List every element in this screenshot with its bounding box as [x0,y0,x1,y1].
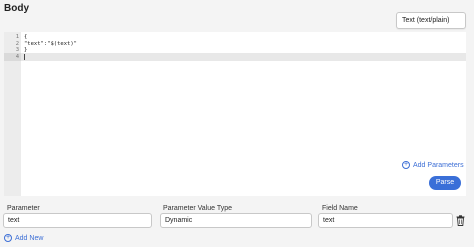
trash-icon[interactable] [456,215,465,226]
plus-circle-icon: + [402,161,410,169]
parameter-input[interactable]: text [3,213,152,228]
value-type-header: Parameter Value Type [163,205,233,212]
add-new-label: Add New [15,234,44,242]
content-type-select[interactable]: Text (text/plain) [396,12,466,29]
code-line: } [24,47,28,53]
add-new-button[interactable]: + Add New [4,234,43,242]
field-name-input[interactable]: text [318,213,453,228]
text-cursor [24,54,25,60]
add-parameters-label: Add Parameters [413,161,464,169]
add-parameters-button[interactable]: + Add Parameters [402,161,464,169]
value-type-select[interactable]: Dynamic [160,213,312,228]
parameter-header: Parameter [7,205,40,212]
line-number: 4 [15,54,19,60]
body-editor[interactable]: 1 2 3 4 { "text":"$(text)" } [4,32,466,196]
body-title: Body [4,3,29,14]
content-type-value: Text (text/plain) [402,17,450,24]
plus-circle-icon: + [4,234,12,242]
field-name-header: Field Name [322,205,358,212]
parse-button[interactable]: Parse [429,176,461,190]
code-line: "text":"$(text)" [24,41,77,47]
active-line-highlight [4,53,466,61]
